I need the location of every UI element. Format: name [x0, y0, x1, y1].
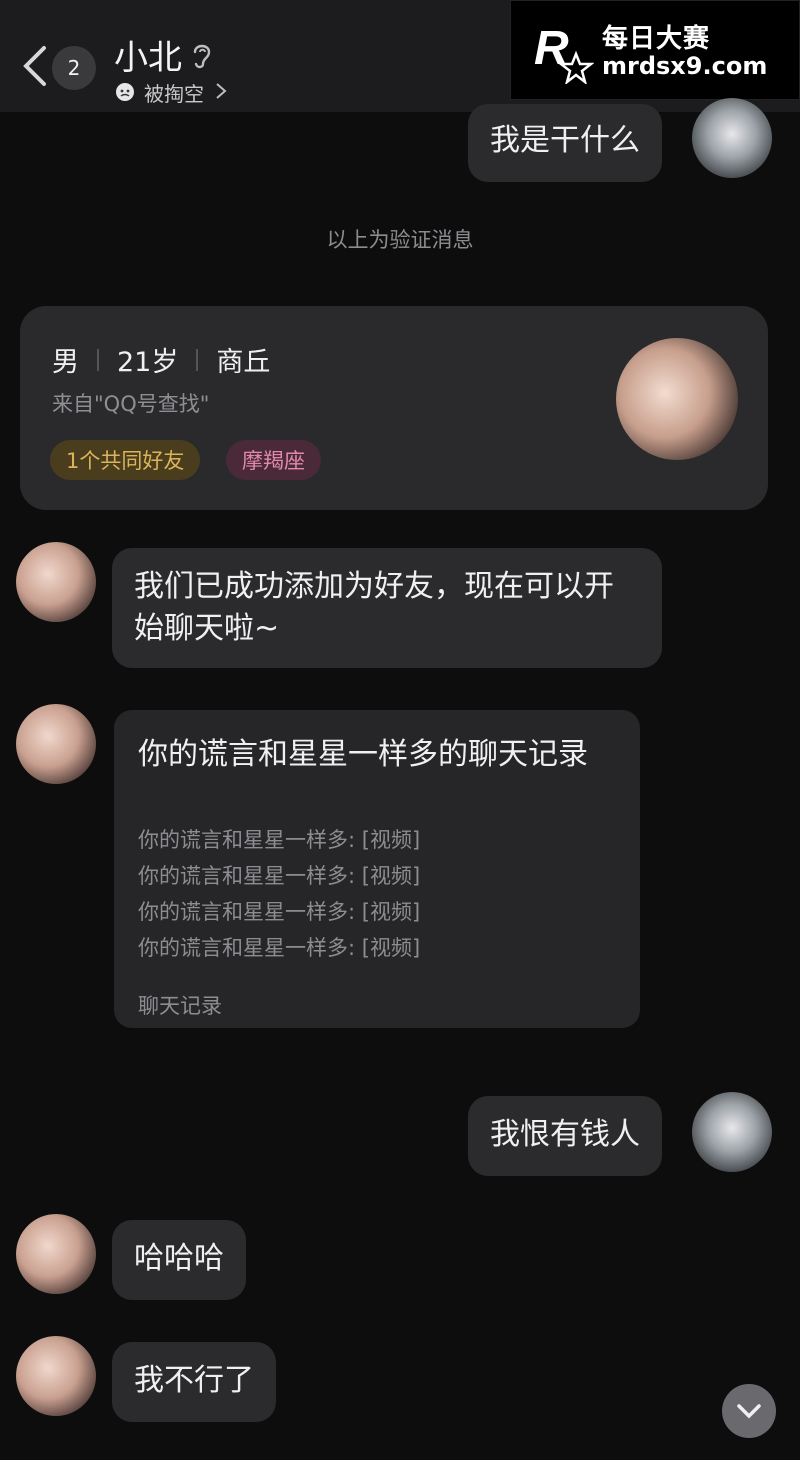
chat-record-footer: 聊天记录 [138, 994, 222, 1018]
profile-info: 男 21岁 商丘 [52, 340, 270, 379]
avatar-peer[interactable] [16, 1214, 96, 1294]
status-text[interactable]: 被掏空 [144, 78, 204, 107]
profile-source: 来自"QQ号查找" [52, 392, 210, 416]
chevron-left-icon [23, 46, 46, 86]
message-bubble-peer[interactable]: 哈哈哈 [112, 1220, 246, 1300]
watermark-logo-icon: R [534, 20, 595, 86]
chevron-down-icon [737, 1404, 761, 1419]
unread-badge[interactable]: 2 [52, 46, 96, 90]
avatar-peer[interactable] [16, 1336, 96, 1416]
chat-record-title: 你的谎言和星星一样多的聊天记录 [138, 737, 588, 772]
mutual-friends-tag[interactable]: 1个共同好友 [50, 440, 201, 480]
system-note: 以上为验证消息 [326, 228, 474, 252]
watermark-title: 每日大赛 [602, 24, 711, 54]
chat-record-line: 你的谎言和星星一样多: [视频] [138, 900, 421, 924]
avatar-peer[interactable] [16, 542, 96, 622]
back-button[interactable] [18, 42, 54, 90]
message-bubble-self[interactable]: 我是干什么 [468, 104, 662, 182]
separator [97, 348, 99, 371]
message-bubble-peer[interactable]: 我们已成功添加为好友，现在可以开始聊天啦~ [112, 548, 662, 668]
avatar-self[interactable] [692, 98, 772, 178]
contact-name[interactable]: 小北 [114, 30, 182, 79]
watermark-url: mrdsx9.com [602, 52, 768, 80]
chat-record-line: 你的谎言和星星一样多: [视频] [138, 828, 421, 852]
avatar-self[interactable] [692, 1092, 772, 1172]
status-emoji-icon [114, 80, 136, 102]
profile-gender: 男 [52, 347, 79, 378]
avatar-peer[interactable] [16, 704, 96, 784]
profile-location: 商丘 [216, 347, 271, 378]
message-bubble-peer[interactable]: 我不行了 [112, 1342, 276, 1422]
scroll-to-bottom-button[interactable] [722, 1384, 776, 1438]
zodiac-tag[interactable]: 摩羯座 [226, 440, 321, 480]
profile-age: 21岁 [117, 347, 179, 378]
message-bubble-self[interactable]: 我恨有钱人 [468, 1096, 662, 1176]
chat-record-line: 你的谎言和星星一样多: [视频] [138, 936, 421, 960]
chat-record-line: 你的谎言和星星一样多: [视频] [138, 864, 421, 888]
separator [196, 348, 199, 371]
ear-icon[interactable] [190, 40, 214, 70]
chevron-right-icon [214, 82, 228, 100]
profile-avatar[interactable] [616, 338, 738, 460]
